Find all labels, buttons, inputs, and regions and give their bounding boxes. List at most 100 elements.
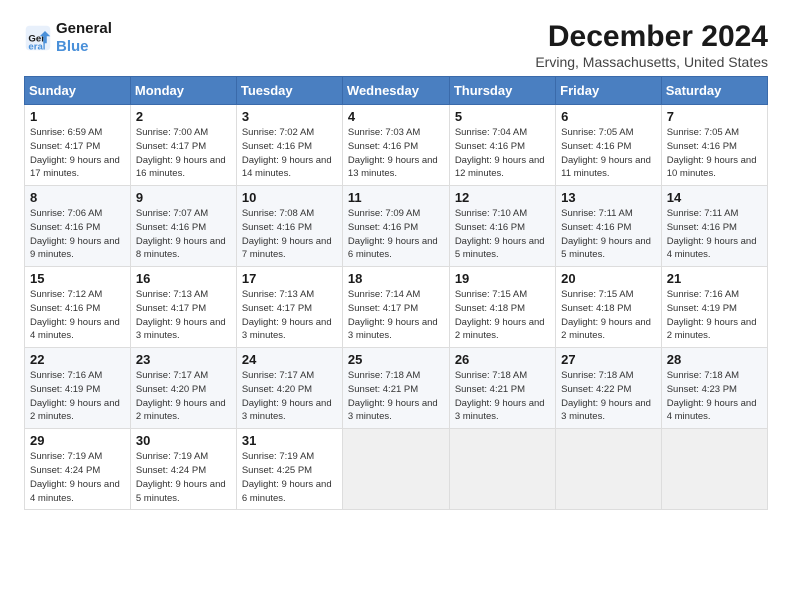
calendar-cell: 29 Sunrise: 7:19 AMSunset: 4:24 PMDayligh… <box>25 429 131 510</box>
day-info: Sunrise: 7:03 AMSunset: 4:16 PMDaylight:… <box>348 126 444 181</box>
day-info: Sunrise: 7:18 AMSunset: 4:23 PMDaylight:… <box>667 369 762 424</box>
day-number: 9 <box>136 190 231 205</box>
day-info: Sunrise: 7:16 AMSunset: 4:19 PMDaylight:… <box>30 369 125 424</box>
day-info: Sunrise: 7:13 AMSunset: 4:17 PMDaylight:… <box>136 288 231 343</box>
calendar: SundayMondayTuesdayWednesdayThursdayFrid… <box>24 76 768 510</box>
calendar-cell: 23 Sunrise: 7:17 AMSunset: 4:20 PMDayligh… <box>130 348 236 429</box>
calendar-cell: 11 Sunrise: 7:09 AMSunset: 4:16 PMDayligh… <box>342 186 449 267</box>
logo: Gen eral General Blue <box>24 20 112 56</box>
day-header-tuesday: Tuesday <box>236 77 342 105</box>
day-info: Sunrise: 7:16 AMSunset: 4:19 PMDaylight:… <box>667 288 762 343</box>
day-header-sunday: Sunday <box>25 77 131 105</box>
day-info: Sunrise: 7:13 AMSunset: 4:17 PMDaylight:… <box>242 288 337 343</box>
calendar-cell: 14 Sunrise: 7:11 AMSunset: 4:16 PMDayligh… <box>661 186 767 267</box>
logo-icon: Gen eral <box>24 24 52 52</box>
day-number: 23 <box>136 352 231 367</box>
svg-text:eral: eral <box>28 41 45 52</box>
day-info: Sunrise: 7:15 AMSunset: 4:18 PMDaylight:… <box>455 288 550 343</box>
day-info: Sunrise: 7:19 AMSunset: 4:25 PMDaylight:… <box>242 450 337 505</box>
day-number: 6 <box>561 109 656 124</box>
day-number: 13 <box>561 190 656 205</box>
subtitle: Erving, Massachusetts, United States <box>535 54 768 70</box>
calendar-cell: 12 Sunrise: 7:10 AMSunset: 4:16 PMDayligh… <box>449 186 555 267</box>
day-number: 10 <box>242 190 337 205</box>
main-title: December 2024 <box>535 20 768 54</box>
day-info: Sunrise: 7:11 AMSunset: 4:16 PMDaylight:… <box>561 207 656 262</box>
calendar-cell: 6 Sunrise: 7:05 AMSunset: 4:16 PMDaylight… <box>556 105 662 186</box>
header: Gen eral General Blue December 2024 Ervi… <box>24 20 768 70</box>
day-number: 12 <box>455 190 550 205</box>
day-number: 20 <box>561 271 656 286</box>
day-number: 16 <box>136 271 231 286</box>
title-area: December 2024 Erving, Massachusetts, Uni… <box>535 20 768 70</box>
day-number: 26 <box>455 352 550 367</box>
day-number: 3 <box>242 109 337 124</box>
day-header-saturday: Saturday <box>661 77 767 105</box>
day-info: Sunrise: 7:05 AMSunset: 4:16 PMDaylight:… <box>561 126 656 181</box>
calendar-cell: 8 Sunrise: 7:06 AMSunset: 4:16 PMDaylight… <box>25 186 131 267</box>
calendar-cell <box>449 429 555 510</box>
calendar-week-5: 29 Sunrise: 7:19 AMSunset: 4:24 PMDayligh… <box>25 429 768 510</box>
day-number: 5 <box>455 109 550 124</box>
calendar-cell: 19 Sunrise: 7:15 AMSunset: 4:18 PMDayligh… <box>449 267 555 348</box>
calendar-cell <box>342 429 449 510</box>
day-number: 27 <box>561 352 656 367</box>
day-info: Sunrise: 7:06 AMSunset: 4:16 PMDaylight:… <box>30 207 125 262</box>
calendar-cell: 4Sunrise: 7:03 AMSunset: 4:16 PMDaylight… <box>342 105 449 186</box>
calendar-cell: 26 Sunrise: 7:18 AMSunset: 4:21 PMDayligh… <box>449 348 555 429</box>
day-info: Sunrise: 7:17 AMSunset: 4:20 PMDaylight:… <box>136 369 231 424</box>
calendar-week-4: 22 Sunrise: 7:16 AMSunset: 4:19 PMDayligh… <box>25 348 768 429</box>
day-number: 17 <box>242 271 337 286</box>
day-info: Sunrise: 7:15 AMSunset: 4:18 PMDaylight:… <box>561 288 656 343</box>
day-header-thursday: Thursday <box>449 77 555 105</box>
day-number: 31 <box>242 433 337 448</box>
day-number: 24 <box>242 352 337 367</box>
calendar-cell: 30 Sunrise: 7:19 AMSunset: 4:24 PMDayligh… <box>130 429 236 510</box>
calendar-cell: 13 Sunrise: 7:11 AMSunset: 4:16 PMDayligh… <box>556 186 662 267</box>
day-number: 28 <box>667 352 762 367</box>
day-number: 30 <box>136 433 231 448</box>
calendar-cell: 5 Sunrise: 7:04 AMSunset: 4:16 PMDaylight… <box>449 105 555 186</box>
calendar-cell: 7Sunrise: 7:05 AMSunset: 4:16 PMDaylight… <box>661 105 767 186</box>
calendar-cell: 25 Sunrise: 7:18 AMSunset: 4:21 PMDayligh… <box>342 348 449 429</box>
day-info: Sunrise: 7:18 AMSunset: 4:21 PMDaylight:… <box>455 369 550 424</box>
calendar-cell: 2Sunrise: 7:00 AMSunset: 4:17 PMDaylight… <box>130 105 236 186</box>
calendar-cell: 20 Sunrise: 7:15 AMSunset: 4:18 PMDayligh… <box>556 267 662 348</box>
calendar-cell: 9Sunrise: 7:07 AMSunset: 4:16 PMDaylight… <box>130 186 236 267</box>
calendar-week-1: 1Sunrise: 6:59 AMSunset: 4:17 PMDaylight… <box>25 105 768 186</box>
calendar-cell: 3 Sunrise: 7:02 AMSunset: 4:16 PMDaylight… <box>236 105 342 186</box>
day-number: 11 <box>348 190 444 205</box>
day-info: Sunrise: 7:09 AMSunset: 4:16 PMDaylight:… <box>348 207 444 262</box>
calendar-cell <box>556 429 662 510</box>
calendar-cell <box>661 429 767 510</box>
day-info: Sunrise: 7:10 AMSunset: 4:16 PMDaylight:… <box>455 207 550 262</box>
day-number: 29 <box>30 433 125 448</box>
calendar-cell: 27Sunrise: 7:18 AMSunset: 4:22 PMDayligh… <box>556 348 662 429</box>
day-number: 19 <box>455 271 550 286</box>
calendar-week-3: 15Sunrise: 7:12 AMSunset: 4:16 PMDayligh… <box>25 267 768 348</box>
day-number: 18 <box>348 271 444 286</box>
day-info: Sunrise: 7:19 AMSunset: 4:24 PMDaylight:… <box>30 450 125 505</box>
day-info: Sunrise: 7:18 AMSunset: 4:21 PMDaylight:… <box>348 369 444 424</box>
day-info: Sunrise: 7:17 AMSunset: 4:20 PMDaylight:… <box>242 369 337 424</box>
day-info: Sunrise: 7:02 AMSunset: 4:16 PMDaylight:… <box>242 126 337 181</box>
day-info: Sunrise: 7:14 AMSunset: 4:17 PMDaylight:… <box>348 288 444 343</box>
calendar-cell: 1Sunrise: 6:59 AMSunset: 4:17 PMDaylight… <box>25 105 131 186</box>
calendar-cell: 28 Sunrise: 7:18 AMSunset: 4:23 PMDayligh… <box>661 348 767 429</box>
day-number: 21 <box>667 271 762 286</box>
day-number: 25 <box>348 352 444 367</box>
day-number: 8 <box>30 190 125 205</box>
calendar-cell: 21 Sunrise: 7:16 AMSunset: 4:19 PMDayligh… <box>661 267 767 348</box>
day-info: Sunrise: 7:12 AMSunset: 4:16 PMDaylight:… <box>30 288 125 343</box>
calendar-cell: 22 Sunrise: 7:16 AMSunset: 4:19 PMDayligh… <box>25 348 131 429</box>
day-info: Sunrise: 7:11 AMSunset: 4:16 PMDaylight:… <box>667 207 762 262</box>
day-info: Sunrise: 7:19 AMSunset: 4:24 PMDaylight:… <box>136 450 231 505</box>
day-header-wednesday: Wednesday <box>342 77 449 105</box>
calendar-cell: 10Sunrise: 7:08 AMSunset: 4:16 PMDayligh… <box>236 186 342 267</box>
calendar-week-2: 8 Sunrise: 7:06 AMSunset: 4:16 PMDaylight… <box>25 186 768 267</box>
logo-text: General Blue <box>56 20 112 56</box>
day-number: 14 <box>667 190 762 205</box>
calendar-cell: 18 Sunrise: 7:14 AMSunset: 4:17 PMDayligh… <box>342 267 449 348</box>
day-number: 22 <box>30 352 125 367</box>
day-info: Sunrise: 7:04 AMSunset: 4:16 PMDaylight:… <box>455 126 550 181</box>
